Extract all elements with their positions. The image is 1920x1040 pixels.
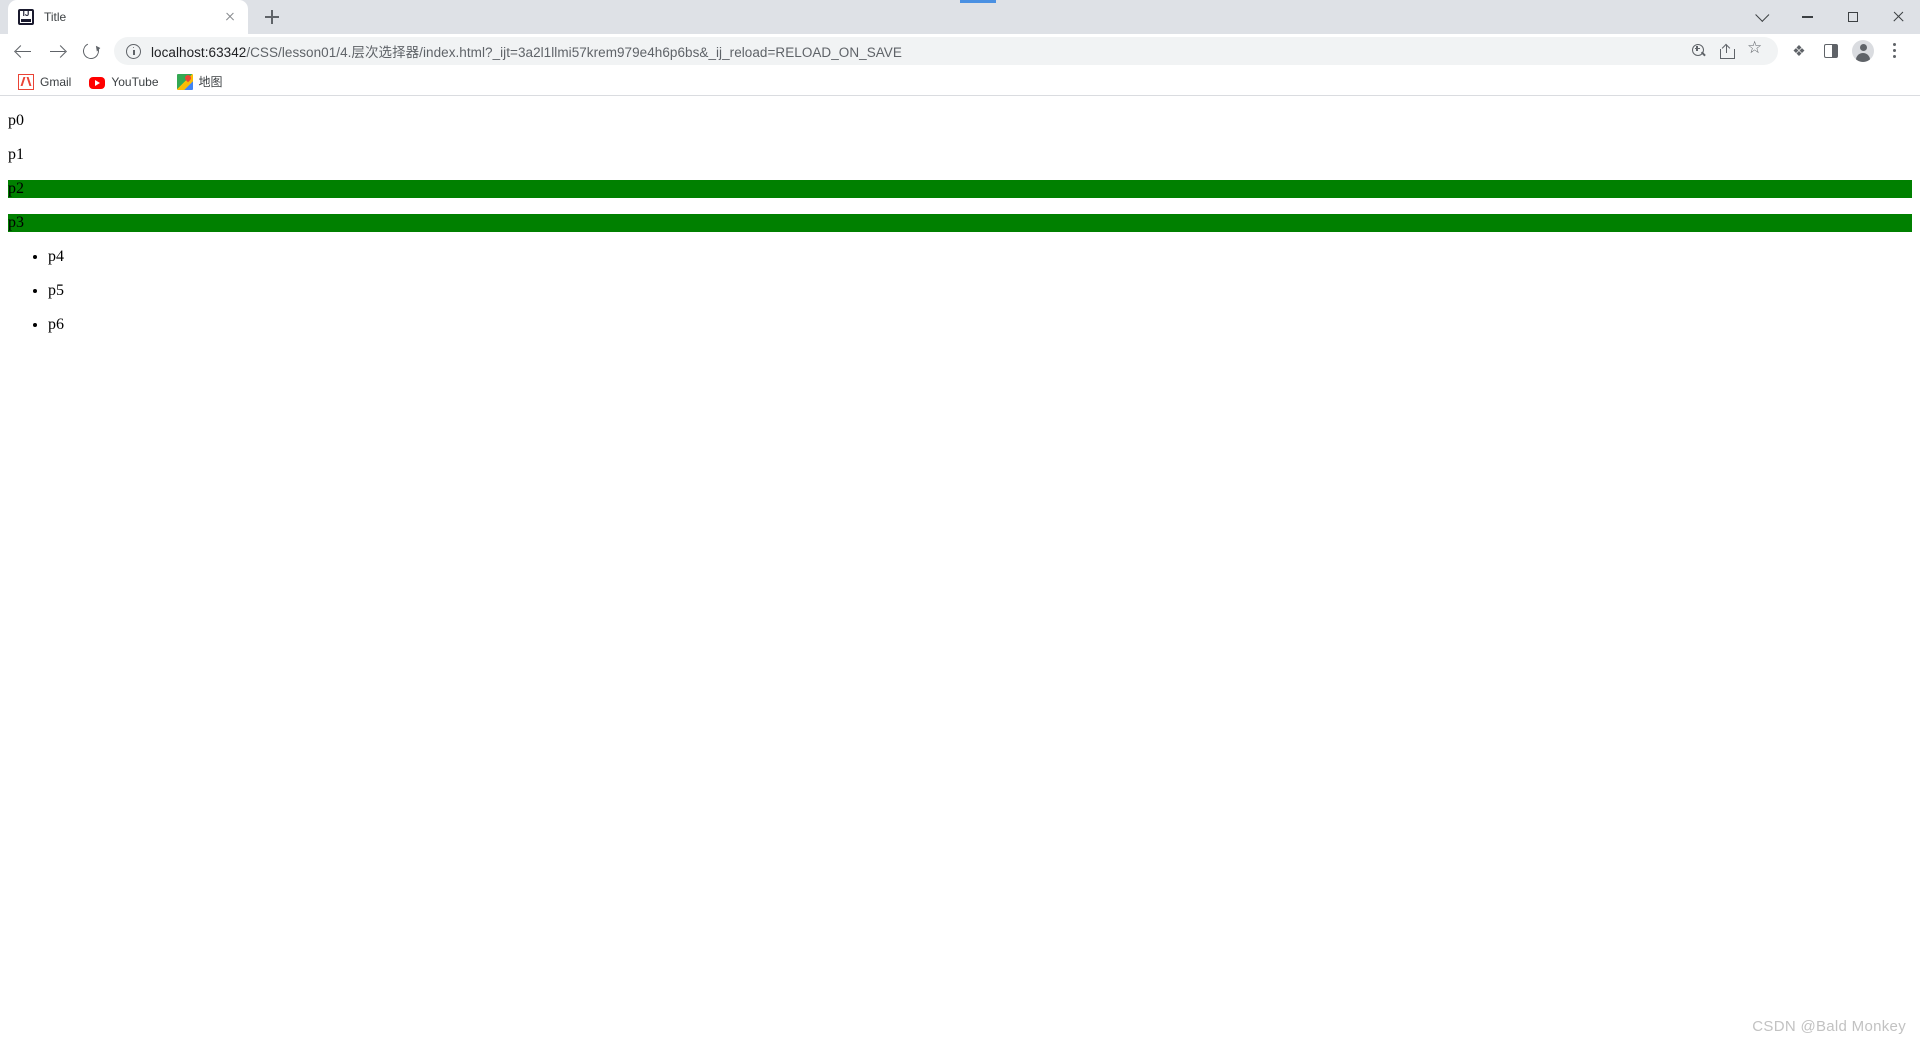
- address-bar[interactable]: localhost:63342/CSS/lesson01/4.层次选择器/ind…: [114, 37, 1778, 65]
- bookmark-gmail[interactable]: Gmail: [10, 70, 79, 94]
- new-tab-button[interactable]: [258, 3, 286, 31]
- extensions-puzzle-icon: ❖: [1792, 42, 1806, 60]
- back-button[interactable]: [6, 34, 40, 68]
- bookmark-label: 地图: [198, 75, 223, 89]
- site-info-icon[interactable]: [126, 43, 141, 59]
- bookmark-label: Gmail: [40, 74, 72, 89]
- arrow-back-icon: [15, 44, 31, 59]
- share-button[interactable]: [1714, 38, 1740, 64]
- rendered-html-document: p0 p1 p2 p3 p4 p5 p6: [0, 112, 1920, 334]
- zoom-icon: [1692, 44, 1706, 58]
- page-viewport: p0 p1 p2 p3 p4 p5 p6 CSDN @Bald Monkey: [0, 96, 1920, 1040]
- tab-strip: Title: [0, 0, 1920, 34]
- bookmarks-bar: Gmail YouTube 地图: [0, 68, 1920, 96]
- tab-drag-accent: [960, 0, 996, 3]
- zoom-button[interactable]: [1686, 38, 1712, 64]
- side-panel-button[interactable]: [1816, 36, 1846, 66]
- paragraph-p1: p1: [8, 146, 24, 163]
- side-panel-icon: [1824, 44, 1838, 58]
- list-item: p5: [48, 282, 1912, 300]
- navigation-toolbar: localhost:63342/CSS/lesson01/4.层次选择器/ind…: [0, 34, 1920, 68]
- close-icon[interactable]: [222, 9, 238, 25]
- url-path: /CSS/lesson01/4.层次选择器/index.html?_ijt=3a…: [246, 45, 902, 60]
- url-host: localhost:63342: [151, 45, 247, 60]
- list-item: p6: [48, 316, 1912, 334]
- paragraph-p2: p2: [8, 180, 1912, 198]
- bookmark-youtube[interactable]: YouTube: [81, 70, 166, 94]
- reload-button[interactable]: [74, 34, 108, 68]
- list-item: p4: [48, 248, 1912, 266]
- minimize-button[interactable]: [1785, 0, 1830, 34]
- bookmark-maps[interactable]: 地图: [169, 70, 231, 94]
- close-window-button[interactable]: [1875, 0, 1920, 34]
- maximize-icon: [1847, 12, 1858, 22]
- forward-button[interactable]: [40, 34, 74, 68]
- browser-tab[interactable]: Title: [8, 0, 248, 34]
- intellij-idea-icon: [18, 9, 34, 25]
- paragraph-p3: p3: [8, 214, 1912, 232]
- more-menu-button[interactable]: [1880, 36, 1910, 66]
- reload-icon: [80, 40, 102, 62]
- url-text: localhost:63342/CSS/lesson01/4.层次选择器/ind…: [151, 41, 1686, 61]
- paragraph-p0: p0: [8, 112, 24, 129]
- chevron-down-icon: [1754, 7, 1769, 22]
- browser-window: Title: [0, 0, 1920, 1040]
- close-icon: [1892, 11, 1904, 23]
- window-controls: [1740, 0, 1920, 34]
- watermark: CSDN @Bald Monkey: [1752, 1018, 1906, 1035]
- google-maps-icon: [176, 73, 193, 90]
- share-icon: [1719, 43, 1735, 59]
- paragraph-list: p4 p5 p6: [8, 248, 1912, 334]
- youtube-icon: [89, 76, 106, 89]
- browser-actions: ❖: [1784, 36, 1914, 66]
- maximize-button[interactable]: [1830, 0, 1875, 34]
- more-menu-icon: [1893, 43, 1897, 59]
- profile-button[interactable]: [1848, 36, 1878, 66]
- extensions-button[interactable]: ❖: [1784, 36, 1814, 66]
- bookmark-button[interactable]: [1742, 38, 1768, 64]
- tab-title: Title: [44, 10, 67, 24]
- gmail-icon: [18, 73, 34, 90]
- bookmark-label: YouTube: [111, 74, 159, 89]
- arrow-forward-icon: [49, 44, 65, 59]
- tab-search-button[interactable]: [1740, 0, 1785, 34]
- minimize-icon: [1802, 16, 1813, 18]
- profile-avatar-icon: [1852, 40, 1874, 62]
